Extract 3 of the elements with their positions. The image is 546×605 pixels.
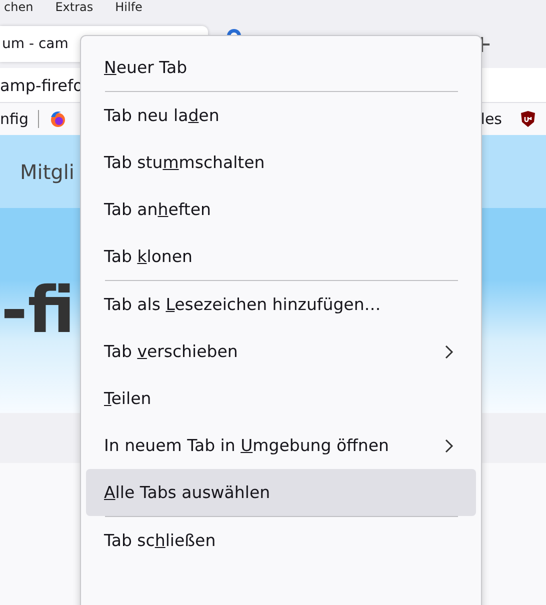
banner-title: -fi	[1, 272, 75, 348]
tab-title: um - cam	[2, 36, 68, 52]
address-text: amp-firefo	[0, 76, 83, 94]
